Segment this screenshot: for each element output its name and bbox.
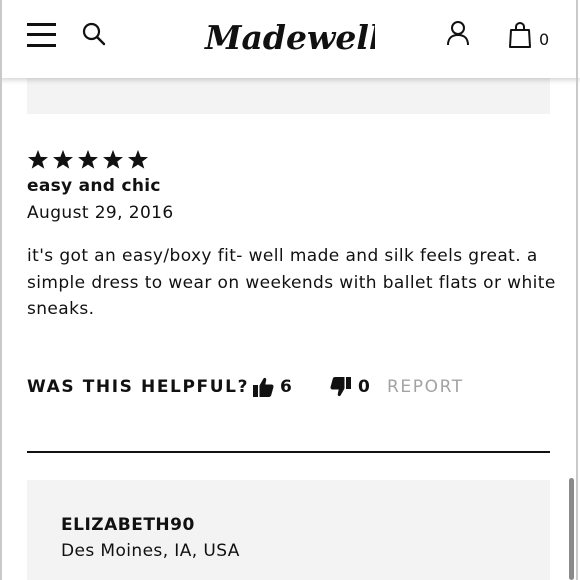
next-review-card: ELIZABETH90 Des Moines, IA, USA <box>27 480 550 580</box>
helpful-label: WAS THIS HELPFUL? <box>27 377 250 397</box>
site-header: Madewell 0 <box>0 0 580 78</box>
thumbs-down-icon[interactable] <box>330 376 352 398</box>
helpful-up-count: 6 <box>280 377 292 397</box>
brand-logo[interactable]: Madewell <box>203 12 381 62</box>
review-divider <box>27 451 550 453</box>
search-icon[interactable] <box>82 22 106 46</box>
reviewer-name: ELIZABETH90 <box>61 515 195 535</box>
account-icon[interactable] <box>446 20 470 46</box>
shopping-bag-icon[interactable] <box>509 21 531 48</box>
review-title: easy and chic <box>27 176 161 196</box>
star-icon <box>103 149 123 169</box>
star-icon <box>128 149 148 169</box>
menu-icon[interactable] <box>27 23 56 47</box>
helpful-row: WAS THIS HELPFUL? 6 0 REPORT <box>27 375 550 399</box>
star-rating <box>27 149 149 169</box>
svg-text:Madewell: Madewell <box>204 18 375 57</box>
review-body: it's got an easy/boxy fit- well made and… <box>27 246 556 319</box>
reviewer-location: Des Moines, IA, USA <box>61 541 240 561</box>
star-icon <box>78 149 98 169</box>
thumbs-up-icon[interactable] <box>252 376 274 398</box>
bag-count[interactable]: 0 <box>539 30 549 49</box>
star-icon <box>28 149 48 169</box>
star-icon <box>53 149 73 169</box>
report-link[interactable]: REPORT <box>387 377 464 397</box>
scrollbar[interactable] <box>569 478 574 580</box>
helpful-down-count: 0 <box>358 377 370 397</box>
review-date: August 29, 2016 <box>27 203 174 223</box>
